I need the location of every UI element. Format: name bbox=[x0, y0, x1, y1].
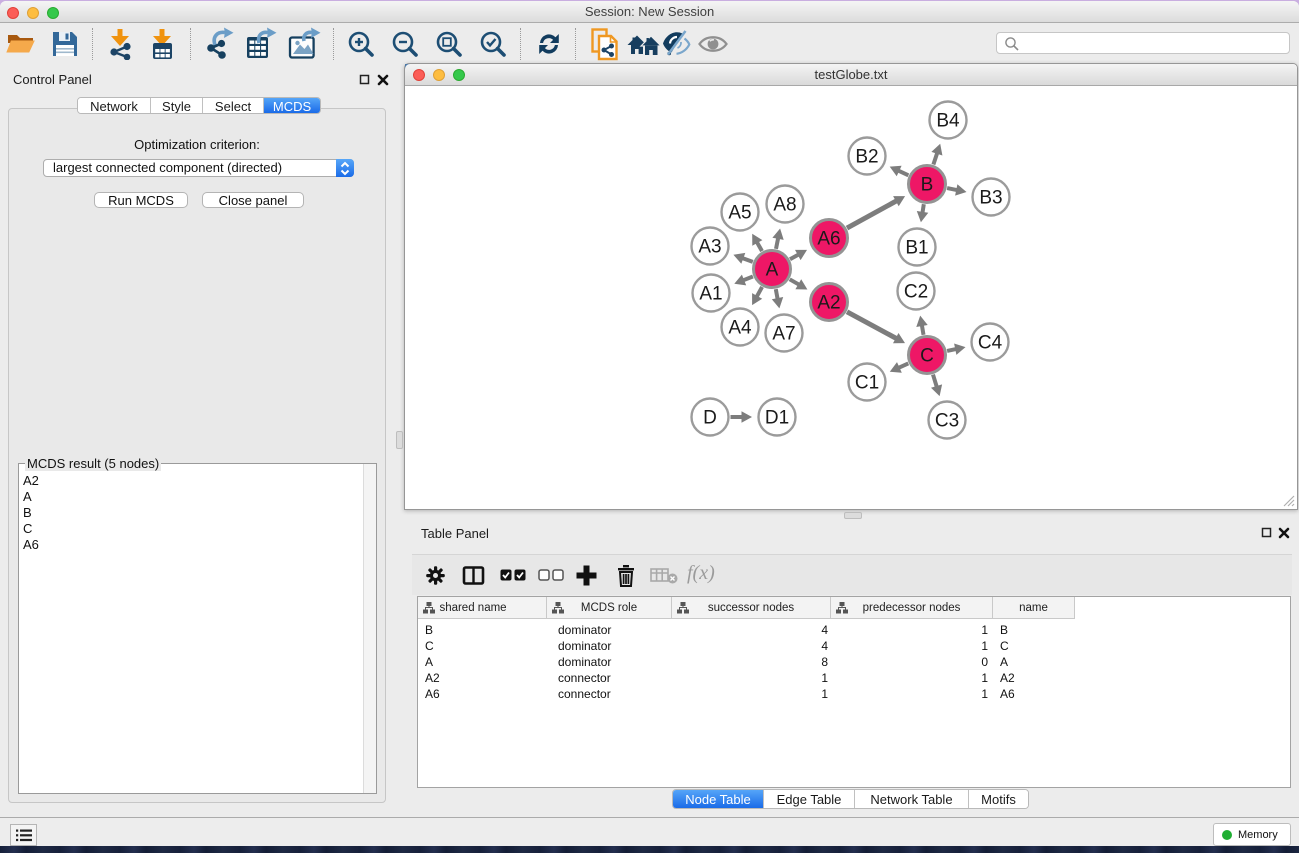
svg-text:A: A bbox=[766, 260, 779, 281]
svg-text:A4: A4 bbox=[728, 318, 752, 339]
svg-text:C2: C2 bbox=[904, 282, 928, 303]
svg-text:A3: A3 bbox=[698, 237, 721, 258]
svg-text:C4: C4 bbox=[978, 333, 1003, 354]
svg-text:B2: B2 bbox=[855, 147, 878, 168]
svg-text:C: C bbox=[920, 346, 934, 367]
svg-text:A5: A5 bbox=[728, 203, 751, 224]
svg-text:A8: A8 bbox=[773, 195, 796, 216]
svg-text:A7: A7 bbox=[772, 324, 795, 345]
svg-text:A2: A2 bbox=[817, 293, 840, 314]
svg-text:B1: B1 bbox=[905, 238, 928, 259]
svg-text:C3: C3 bbox=[935, 411, 959, 432]
svg-text:D: D bbox=[703, 408, 717, 429]
svg-text:B3: B3 bbox=[979, 188, 1002, 209]
svg-text:A1: A1 bbox=[699, 284, 722, 305]
svg-text:B4: B4 bbox=[936, 111, 960, 132]
svg-text:A6: A6 bbox=[817, 229, 840, 250]
svg-text:C1: C1 bbox=[855, 373, 879, 394]
svg-text:B: B bbox=[921, 175, 934, 196]
svg-text:D1: D1 bbox=[765, 408, 789, 429]
